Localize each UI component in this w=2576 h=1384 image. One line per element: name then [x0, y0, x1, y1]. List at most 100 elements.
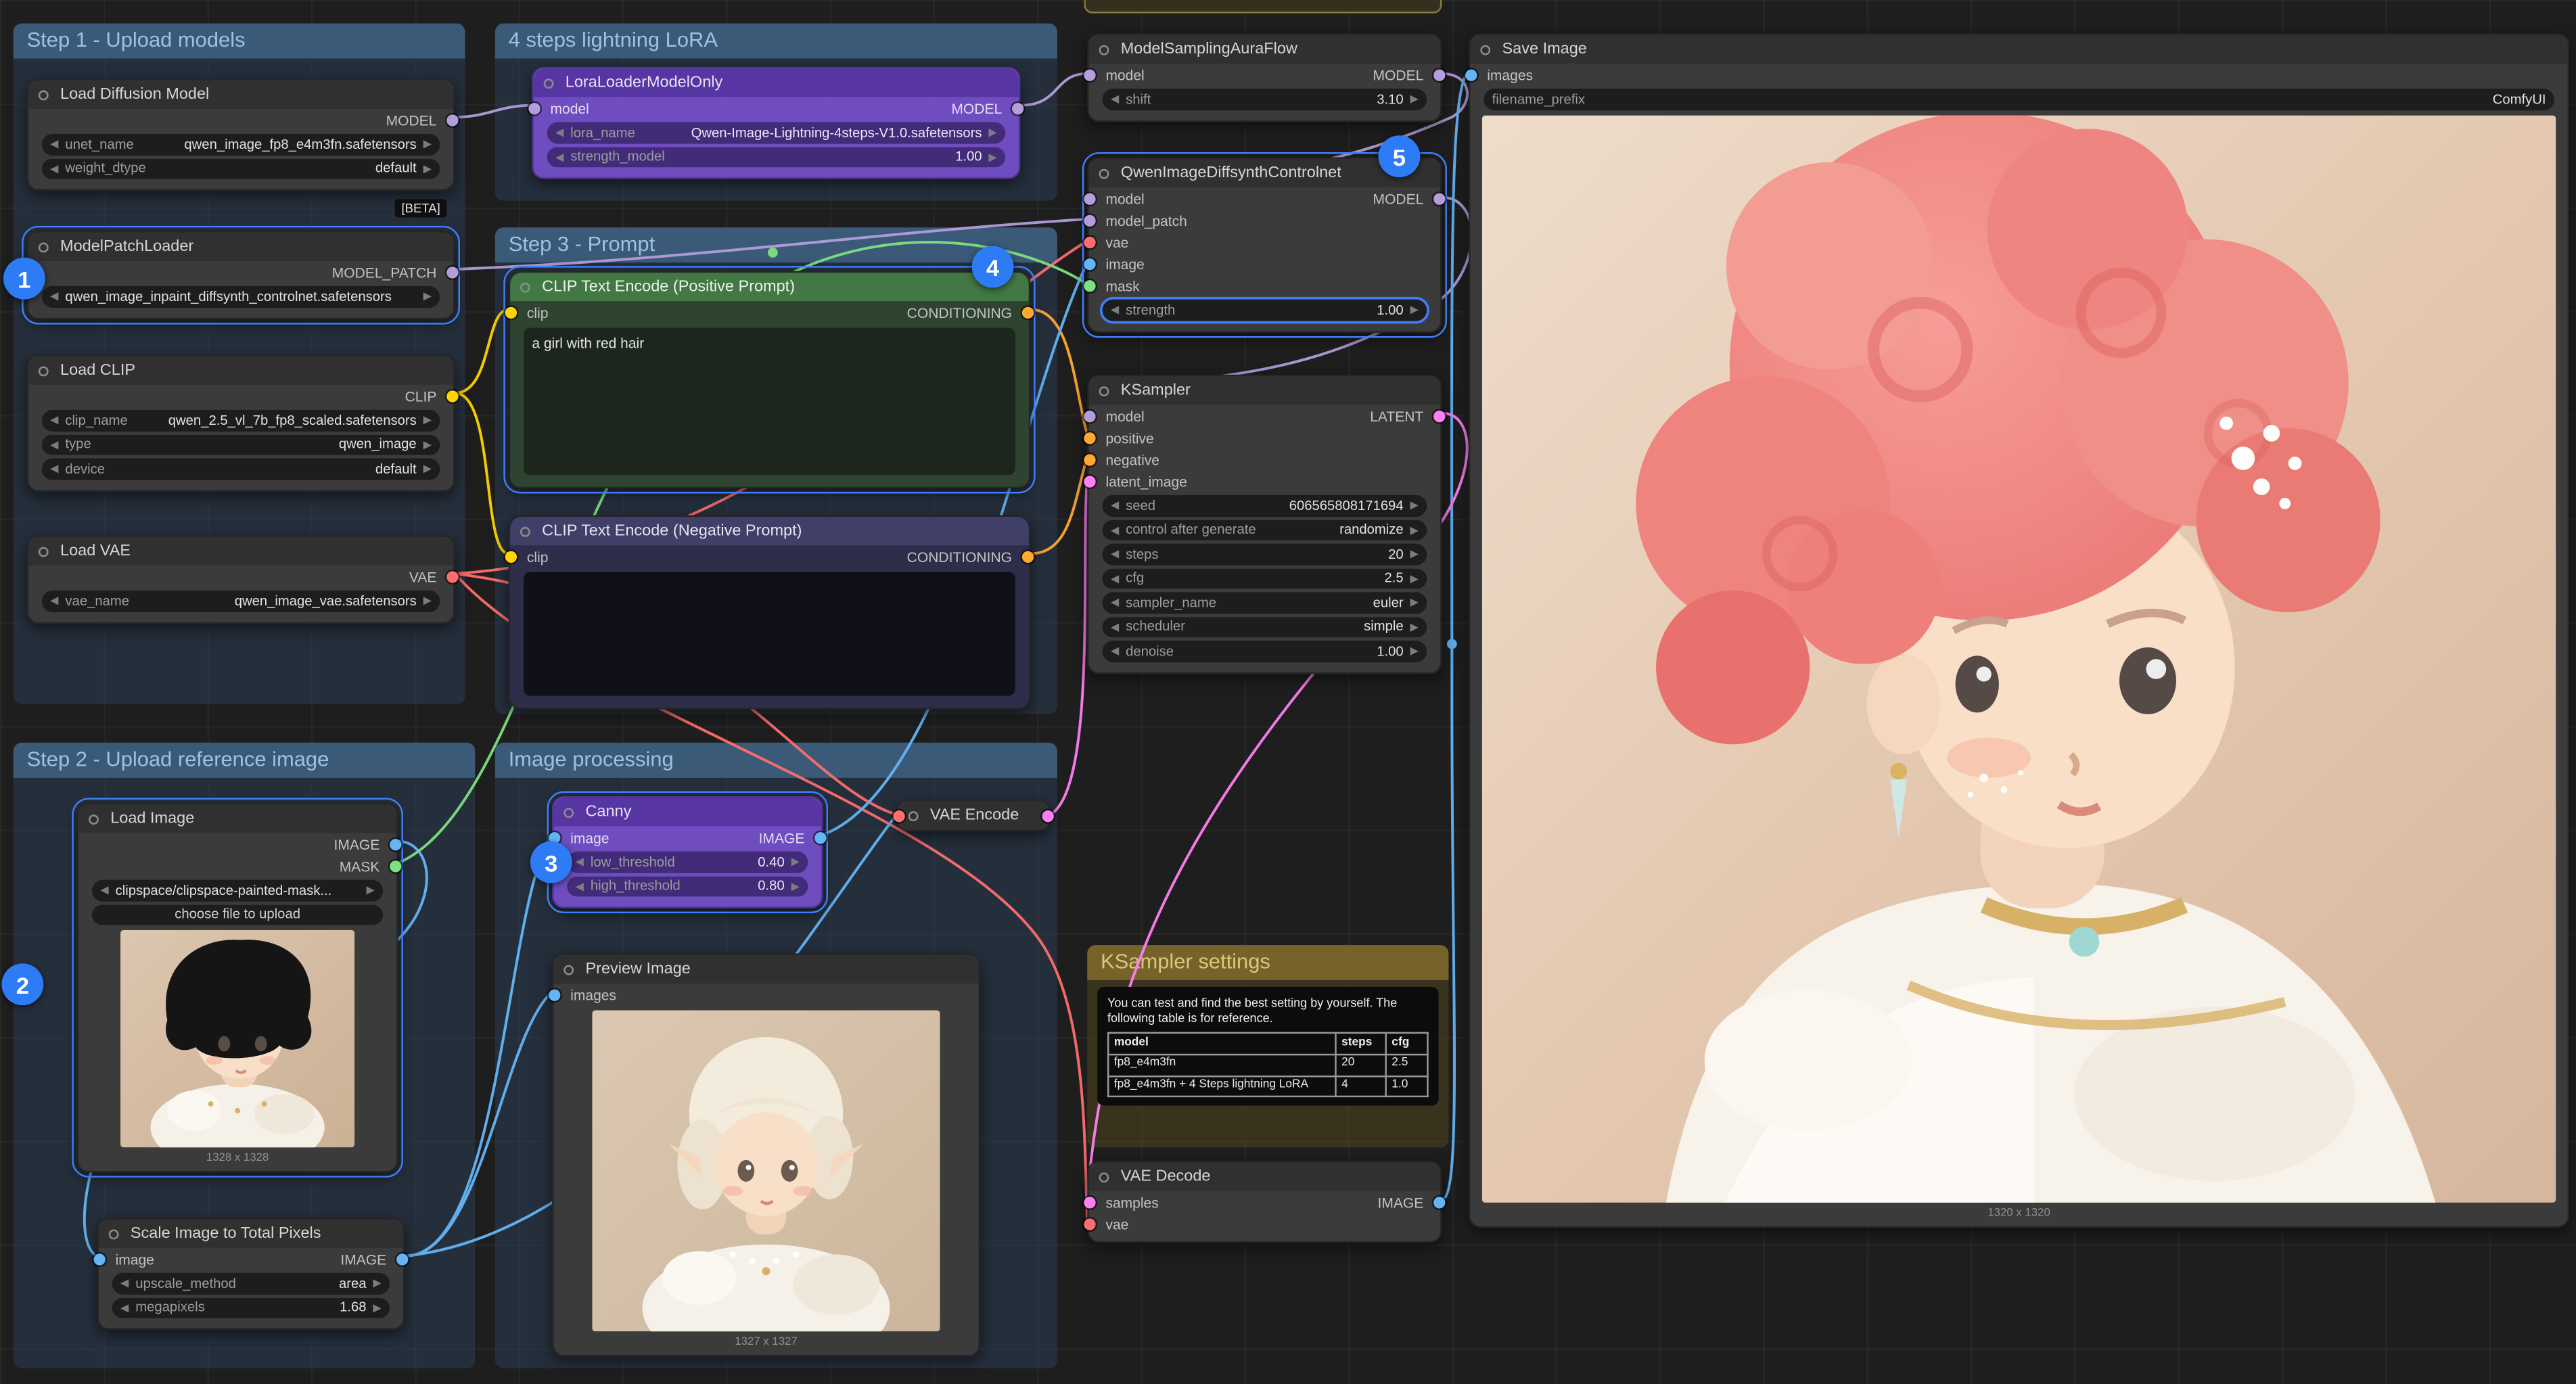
upscale-method-widget[interactable]: ◀ upscale_method area ▶ [112, 1273, 390, 1294]
image-file-widget[interactable]: ◀ clipspace/clipspace-painted-mask... ▶ [92, 880, 383, 901]
group-step2-header[interactable]: Step 2 - Upload reference image [14, 743, 475, 778]
vae-input-port[interactable] [1084, 1218, 1095, 1229]
strength-model-widget[interactable]: ◀ strength_model 1.00 ▶ [547, 146, 1006, 167]
collapse-dot-icon[interactable] [520, 282, 530, 292]
image-output-port[interactable] [390, 838, 401, 850]
sampler-name-widget[interactable]: ◀ sampler_name euler ▶ [1103, 592, 1427, 613]
node-ksampler[interactable]: KSampler model LATENT positive negative … [1087, 375, 1442, 673]
collapse-dot-icon[interactable] [39, 241, 49, 252]
combo-prev-icon[interactable]: ◀ [50, 290, 58, 303]
combo-prev-icon[interactable]: ◀ [50, 438, 58, 451]
combo-next-icon[interactable]: ▶ [1410, 303, 1419, 317]
combo-next-icon[interactable]: ▶ [791, 879, 800, 893]
denoise-widget[interactable]: ◀ denoise 1.00 ▶ [1103, 641, 1427, 662]
group-step1-header[interactable]: Step 1 - Upload models [14, 24, 465, 59]
model-input-port[interactable] [1084, 192, 1095, 204]
combo-prev-icon[interactable]: ◀ [1111, 596, 1119, 609]
combo-next-icon[interactable]: ▶ [423, 413, 432, 427]
combo-next-icon[interactable]: ▶ [423, 438, 432, 451]
conditioning-output-port[interactable] [1022, 306, 1034, 318]
collapse-dot-icon[interactable] [1480, 45, 1490, 55]
node-save-image[interactable]: Save Image images filename_prefix ComfyU… [1469, 33, 2569, 1226]
combo-prev-icon[interactable]: ◀ [1111, 572, 1119, 585]
vae-name-widget[interactable]: ◀ vae_name qwen_image_vae.safetensors ▶ [42, 591, 440, 612]
node-vae-decode[interactable]: VAE Decode samples IMAGE vae [1087, 1161, 1442, 1243]
combo-prev-icon[interactable]: ◀ [120, 1276, 129, 1290]
combo-next-icon[interactable]: ▶ [1410, 547, 1419, 561]
model-output-port[interactable] [1433, 192, 1445, 204]
combo-prev-icon[interactable]: ◀ [50, 413, 58, 427]
collapse-dot-icon[interactable] [1099, 386, 1109, 396]
node-clip-text-encode-positive[interactable]: CLIP Text Encode (Positive Prompt) clip … [509, 271, 1030, 488]
node-model-sampling-auraflow[interactable]: ModelSamplingAuraFlow model MODEL ◀ shif… [1087, 33, 1442, 121]
node-lora-loader-model-only[interactable]: LoraLoaderModelOnly model MODEL ◀ lora_n… [532, 67, 1020, 179]
node-model-patch-loader[interactable]: ModelPatchLoader MODEL_PATCH ◀ qwen_imag… [27, 231, 455, 319]
collapse-dot-icon[interactable] [89, 814, 99, 824]
combo-next-icon[interactable]: ▶ [1410, 620, 1419, 634]
clip-output-port[interactable] [446, 390, 458, 401]
image-output-port[interactable] [1433, 1196, 1445, 1207]
shift-widget[interactable]: ◀ shift 3.10 ▶ [1103, 89, 1427, 110]
patch-name-widget[interactable]: ◀ qwen_image_inpaint_diffsynth_controlne… [42, 286, 440, 307]
combo-next-icon[interactable]: ▶ [423, 137, 432, 151]
image-output-port[interactable] [396, 1253, 408, 1264]
collapse-dot-icon[interactable] [520, 526, 530, 536]
latent-output-port[interactable] [1042, 810, 1054, 822]
collapse-dot-icon[interactable] [908, 810, 919, 821]
model-output-port[interactable] [1433, 68, 1445, 80]
combo-next-icon[interactable]: ▶ [1410, 596, 1419, 609]
model-patch-input-port[interactable] [1084, 214, 1095, 226]
combo-prev-icon[interactable]: ◀ [1111, 620, 1119, 634]
combo-prev-icon[interactable]: ◀ [1111, 303, 1119, 317]
node-load-diffusion-model[interactable]: Load Diffusion Model MODEL ◀ unet_name q… [27, 78, 455, 191]
strength-widget[interactable]: ◀ strength 1.00 ▶ [1103, 300, 1427, 321]
node-clip-text-encode-negative[interactable]: CLIP Text Encode (Negative Prompt) clip … [509, 515, 1030, 710]
combo-prev-icon[interactable]: ◀ [576, 855, 584, 869]
node-scale-image-total-pixels[interactable]: Scale Image to Total Pixels image IMAGE … [97, 1218, 405, 1330]
clip-input-port[interactable] [505, 306, 517, 318]
node-canny[interactable]: Canny image IMAGE ◀ low_threshold 0.40 ▶… [552, 796, 823, 908]
comfyui-canvas[interactable]: Step 1 - Upload models 4 steps lightning… [0, 0, 2576, 1384]
combo-prev-icon[interactable]: ◀ [50, 137, 58, 151]
latent-image-input-port[interactable] [1084, 475, 1095, 486]
high-threshold-widget[interactable]: ◀ high_threshold 0.80 ▶ [567, 875, 808, 896]
positive-prompt-textarea[interactable]: a girl with red hair [524, 328, 1015, 476]
image-output-port[interactable] [814, 831, 826, 843]
node-load-clip[interactable]: Load CLIP CLIP ◀ clip_name qwen_2.5_vl_7… [27, 354, 455, 491]
negative-input-port[interactable] [1084, 453, 1095, 465]
combo-next-icon[interactable]: ▶ [988, 126, 996, 139]
latent-output-port[interactable] [1433, 410, 1445, 421]
group-ksettings-header[interactable]: KSampler settings [1087, 945, 1448, 980]
node-preview-image[interactable]: Preview Image images [552, 953, 980, 1356]
node-note-ksampler-settings[interactable]: You can test and find the best setting b… [1097, 987, 1438, 1107]
images-input-port[interactable] [1465, 68, 1477, 80]
model-input-port[interactable] [1084, 410, 1095, 421]
node-qwen-image-diffsynth-controlnet[interactable]: QwenImageDiffsynthControlnet model MODEL… [1087, 157, 1442, 331]
clip-name-widget[interactable]: ◀ clip_name qwen_2.5_vl_7b_fp8_scaled.sa… [42, 410, 440, 431]
combo-next-icon[interactable]: ▶ [988, 150, 996, 164]
group-lora-header[interactable]: 4 steps lightning LoRA [495, 24, 1057, 59]
steps-widget[interactable]: ◀ steps 20 ▶ [1103, 544, 1427, 565]
unet-name-widget[interactable]: ◀ unet_name qwen_image_fp8_e4m3fn.safete… [42, 134, 440, 155]
combo-next-icon[interactable]: ▶ [1410, 523, 1419, 536]
model-output-port[interactable] [1012, 102, 1024, 114]
combo-next-icon[interactable]: ▶ [423, 162, 432, 175]
control-after-generate-widget[interactable]: ◀ control after generate randomize ▶ [1103, 520, 1427, 540]
combo-next-icon[interactable]: ▶ [367, 883, 375, 897]
vae-output-port[interactable] [446, 570, 458, 582]
combo-prev-icon[interactable]: ◀ [50, 462, 58, 476]
megapixels-widget[interactable]: ◀ megapixels 1.68 ▶ [112, 1297, 390, 1318]
images-input-port[interactable] [549, 988, 560, 1000]
filename-prefix-widget[interactable]: filename_prefix ComfyUI [1484, 89, 2554, 110]
combo-next-icon[interactable]: ▶ [1410, 93, 1419, 106]
clip-input-port[interactable] [505, 551, 517, 562]
model-output-port[interactable] [446, 114, 458, 125]
model-input-port[interactable] [1084, 68, 1095, 80]
collapse-dot-icon[interactable] [544, 78, 554, 88]
combo-prev-icon[interactable]: ◀ [50, 162, 58, 175]
lora-name-widget[interactable]: ◀ lora_name Qwen-Image-Lightning-4steps-… [547, 122, 1006, 143]
combo-next-icon[interactable]: ▶ [1410, 645, 1419, 658]
group-step3-header[interactable]: Step 3 - Prompt [495, 227, 1057, 262]
combo-prev-icon[interactable]: ◀ [1111, 93, 1119, 106]
combo-next-icon[interactable]: ▶ [1410, 499, 1419, 512]
